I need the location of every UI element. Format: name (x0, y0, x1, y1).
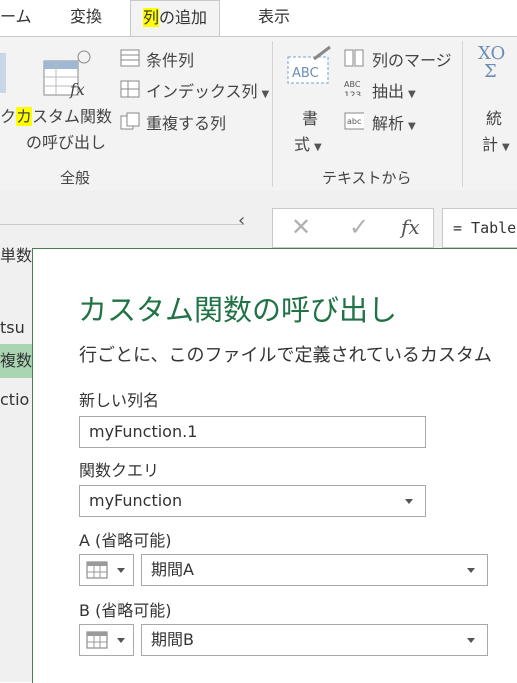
dropdown-arrow-icon (467, 638, 475, 643)
group-label-text: テキストから (322, 169, 412, 187)
conditional-column-button[interactable]: 条件列 (120, 47, 270, 71)
param-b-value-select[interactable]: 期間B (141, 624, 488, 656)
query-item[interactable]: tsu (0, 318, 25, 337)
chevron-down-icon: ▼ (261, 89, 270, 100)
custom-function-icon: fx (43, 50, 91, 99)
sigma-icon: XO Σ (478, 43, 506, 82)
tab-add-column[interactable]: 列の追加 (130, 0, 221, 37)
collapse-chevron-icon[interactable]: ‹ (238, 210, 245, 231)
param-b-type-select[interactable] (79, 624, 134, 656)
pane-divider (0, 224, 244, 225)
ribbon-tab-bar: ーム 変換 列の追加 表示 (0, 0, 517, 37)
column-icon-fragment (0, 53, 6, 93)
param-a-label: A (省略可能) (79, 531, 172, 550)
svg-text:ABC: ABC (344, 80, 361, 89)
svg-text:123: 123 (344, 91, 361, 96)
svg-text:fx: fx (69, 80, 85, 99)
dropdown-arrow-icon (117, 638, 125, 643)
group-separator (462, 41, 463, 187)
duplicate-column-button[interactable]: 重複する列 (120, 110, 270, 134)
fx-icon[interactable]: fx (401, 215, 420, 239)
tab-home[interactable]: ーム (0, 0, 32, 36)
dropdown-arrow-icon (405, 499, 413, 504)
dialog-title: カスタム関数の呼び出し (78, 293, 398, 327)
conditional-column-icon (120, 49, 140, 67)
index-column-button[interactable]: インデックス列 ▼ (120, 78, 270, 102)
chevron-down-icon: ▼ (314, 142, 322, 153)
formula-input[interactable]: = Table (442, 208, 517, 248)
param-a-type-select[interactable] (79, 554, 134, 586)
chevron-down-icon: ▼ (502, 142, 510, 153)
group-label-general: 全般 (60, 169, 91, 187)
table-icon (86, 561, 108, 579)
param-a-value-select[interactable]: 期間A (141, 554, 488, 586)
invoke-custom-function-dialog: カスタム関数の呼び出し 行ごとに、このファイルで定義されているカスタム 新しい列… (32, 248, 517, 683)
merge-columns-button[interactable]: 列のマージ (344, 47, 456, 71)
query-item-selected[interactable]: 複数 (0, 344, 32, 378)
format-icon: ABC (287, 45, 331, 84)
duplicate-column-icon (120, 112, 140, 130)
statistics-button[interactable]: XO Σ 統 計 ▼ (472, 43, 517, 161)
parse-icon: abc (344, 112, 364, 130)
chevron-down-icon: ▼ (408, 121, 416, 132)
param-b-label: B (省略可能) (79, 601, 172, 620)
parse-button[interactable]: abc 解析 ▼ (344, 110, 456, 134)
svg-text:ABC: ABC (292, 66, 319, 81)
group-separator (272, 41, 273, 187)
svg-text:abc: abc (347, 117, 361, 126)
invoke-custom-function-button[interactable]: fx カスタム関数 の呼び出し (16, 43, 120, 161)
index-column-icon (120, 80, 140, 98)
extract-button[interactable]: ABC 123 抽出 ▼ (344, 78, 456, 102)
query-item[interactable]: 単数 (0, 242, 32, 266)
new-column-label: 新しい列名 (79, 391, 160, 410)
commit-icon[interactable]: ✓ (349, 213, 369, 241)
dialog-description: 行ごとに、このファイルで定義されているカスタム (79, 345, 492, 366)
left-fragment: ク (0, 107, 17, 126)
dropdown-arrow-icon (467, 568, 475, 573)
formula-buttons: ✕ ✓ fx (272, 208, 434, 248)
dropdown-arrow-icon (117, 568, 125, 573)
table-icon (86, 631, 108, 649)
merge-columns-icon (344, 49, 364, 67)
tab-view[interactable]: 表示 (258, 0, 290, 36)
function-query-label: 関数クエリ (79, 461, 160, 480)
chevron-down-icon: ▼ (408, 89, 416, 100)
new-column-name-input[interactable]: myFunction.1 (79, 416, 426, 448)
query-item[interactable]: ctio (0, 390, 29, 409)
extract-icon: ABC 123 (344, 80, 361, 96)
cancel-icon[interactable]: ✕ (291, 213, 311, 241)
formula-bar: ✕ ✓ fx = Table (268, 190, 517, 248)
format-button[interactable]: ABC 書 式 ▼ (282, 43, 336, 161)
ribbon: ク fx カスタム関数 の呼び出し 条件列 インデックス列 ▼ 重複する列 全般 … (0, 36, 517, 191)
function-query-select[interactable]: myFunction (79, 485, 426, 517)
tab-transform[interactable]: 変換 (70, 0, 102, 36)
